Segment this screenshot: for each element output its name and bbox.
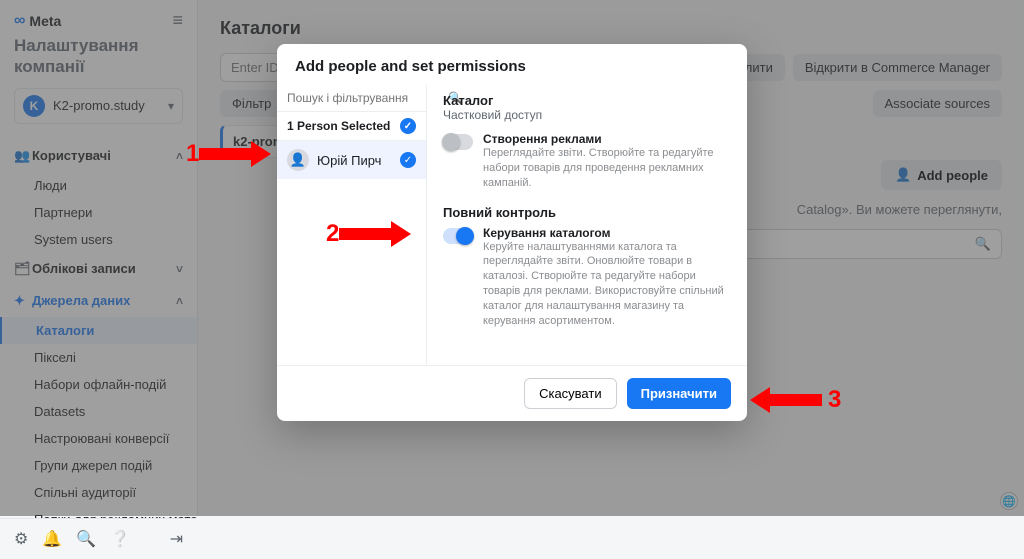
gear-icon[interactable]: ⚙ xyxy=(14,529,28,549)
arrow-right-icon xyxy=(199,141,271,167)
arrow-left-icon xyxy=(750,387,822,413)
search-icon[interactable]: 🔍 xyxy=(76,529,96,549)
perm-subheading: Частковий доступ xyxy=(443,108,731,122)
modal-title: Add people and set permissions xyxy=(277,44,747,85)
sidebar-bottom: ⚙ 🔔 🔍 ❔ ⇥ xyxy=(0,518,197,559)
person-row[interactable]: 👤 Юрій Пирч ✓ xyxy=(277,141,426,179)
perm-create-ads-desc: Переглядайте звіти. Створюйте та редагуй… xyxy=(483,146,731,191)
modal-permissions: Каталог Частковий доступ Створення рекла… xyxy=(427,85,747,365)
perm-manage-catalog: Керування каталогом Керуйте налаштування… xyxy=(443,226,731,329)
annotation-1: 1 xyxy=(186,140,271,168)
perm-heading: Каталог xyxy=(443,93,731,108)
cancel-button[interactable]: Скасувати xyxy=(524,378,617,409)
collapse-icon[interactable]: ⇥ xyxy=(170,529,183,549)
annotation-2: 2 xyxy=(326,220,411,248)
perm-manage-catalog-title: Керування каталогом xyxy=(483,226,731,240)
person-name: Юрій Пирч xyxy=(317,153,381,168)
bell-icon[interactable]: 🔔 xyxy=(42,529,62,549)
modal-search-input[interactable] xyxy=(287,91,442,105)
modal-overlay: Add people and set permissions 🔍 1 Perso… xyxy=(0,0,1024,516)
selected-count-row: 1 Person Selected ✓ xyxy=(277,111,426,141)
check-icon: ✓ xyxy=(400,118,416,134)
avatar-icon: 👤 xyxy=(287,149,309,171)
assign-button[interactable]: Призначити xyxy=(627,378,731,409)
selected-count: 1 Person Selected xyxy=(287,119,390,133)
check-icon: ✓ xyxy=(400,152,416,168)
modal-people-search[interactable]: 🔍 xyxy=(277,85,426,111)
toggle-manage-catalog[interactable] xyxy=(443,228,473,244)
perm-create-ads: Створення реклами Переглядайте звіти. Ст… xyxy=(443,132,731,191)
perm-section-full: Повний контроль xyxy=(443,205,731,220)
perm-create-ads-title: Створення реклами xyxy=(483,132,731,146)
help-icon[interactable]: ❔ xyxy=(110,529,130,549)
arrow-right-icon xyxy=(339,221,411,247)
annotation-3: 3 xyxy=(750,386,841,414)
toggle-create-ads[interactable] xyxy=(443,134,473,150)
perm-manage-catalog-desc: Керуйте налаштуваннями каталога та перег… xyxy=(483,240,731,329)
